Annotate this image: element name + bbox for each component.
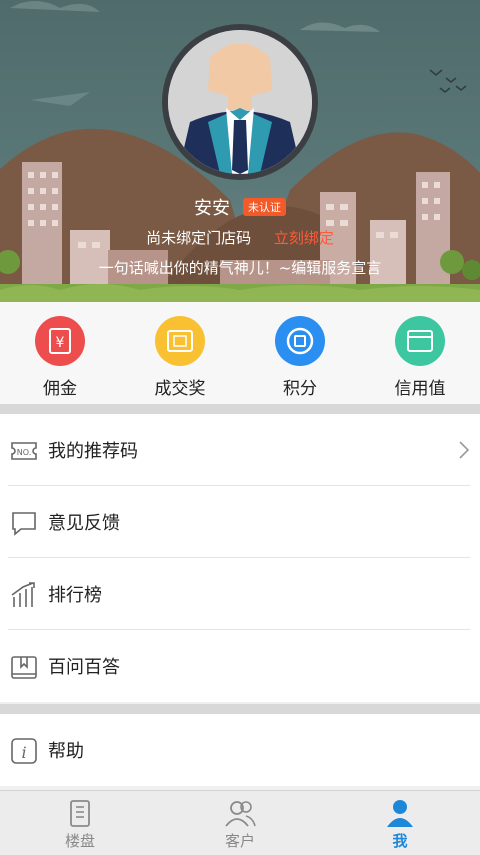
menu-item-feedback[interactable]: 意见反馈 [0,486,480,558]
svg-text:NO.: NO. [17,448,32,457]
quick-action-points[interactable]: 积分 [240,302,360,404]
tab-me[interactable]: 我 [320,791,480,855]
menu-item-label: 我的推荐码 [48,441,138,462]
menu-item-qa[interactable]: 百问百答 [0,630,480,702]
bottom-tab-bar: 楼盘 客户 我 [0,790,480,855]
menu-item-ranking[interactable]: 排行榜 [0,558,480,630]
customers-icon [225,801,256,827]
menu-item-label: 排行榜 [48,585,102,606]
quick-action-credit[interactable]: 信用值 [360,302,480,404]
ticket-icon [155,316,205,366]
section-divider [0,404,480,414]
section-divider [0,704,480,714]
chevron-right-icon [459,441,470,459]
qa-book-icon [11,656,37,679]
verification-badge: 未认证 [243,198,287,216]
info-icon: i [11,738,37,764]
quick-action-deal-bonus[interactable]: 成交奖 [120,302,240,404]
menu-item-referral-code[interactable]: NO. 我的推荐码 [0,414,480,486]
avatar-image [168,30,312,174]
service-slogan[interactable]: 一句话喊出你的精气神儿！~编辑服务宣言 [0,257,480,278]
name-row: 安安 未认证 [0,194,480,220]
quick-actions: ¥ 佣金 成交奖 积分 信用值 [0,302,480,404]
ranking-icon [11,582,35,607]
tab-customers[interactable]: 客户 [160,791,320,855]
tab-buildings[interactable]: 楼盘 [0,791,160,855]
user-name: 安安 [193,198,230,219]
card-icon [395,316,445,366]
quick-action-label: 积分 [283,379,317,399]
tab-label: 我 [392,832,408,850]
quick-action-label: 信用值 [394,379,446,399]
menu-item-help[interactable]: i 帮助 [0,714,480,786]
svg-text:¥: ¥ [56,335,65,351]
building-icon [70,800,90,827]
bind-now-link[interactable]: 立刻绑定 [274,229,334,247]
profile-header: 安安 未认证 尚未绑定门店码 立刻绑定 一句话喊出你的精气神儿！~编辑服务宣言 [0,0,480,302]
avatar[interactable] [162,24,318,180]
menu-list-help: i 帮助 [0,714,480,786]
menu-item-label: 意见反馈 [48,513,120,534]
yen-icon: ¥ [35,316,85,366]
points-icon [275,316,325,366]
user-avatar-icon [168,30,312,174]
feedback-icon [12,512,36,536]
tab-label: 楼盘 [64,832,95,850]
svg-text:i: i [21,743,26,762]
quick-action-label: 佣金 [43,379,77,399]
store-hint: 尚未绑定门店码 [146,229,252,247]
no-code-icon: NO. [11,442,37,460]
menu-item-label: 帮助 [48,741,84,762]
tab-label: 客户 [224,832,255,850]
store-bind-row: 尚未绑定门店码 立刻绑定 [0,227,480,248]
menu-list: NO. 我的推荐码 意见反馈 排行榜 百问百答 [0,414,480,702]
quick-action-label: 成交奖 [154,379,206,399]
quick-action-commission[interactable]: ¥ 佣金 [0,302,120,404]
me-icon [387,800,413,827]
menu-item-label: 百问百答 [48,657,120,678]
